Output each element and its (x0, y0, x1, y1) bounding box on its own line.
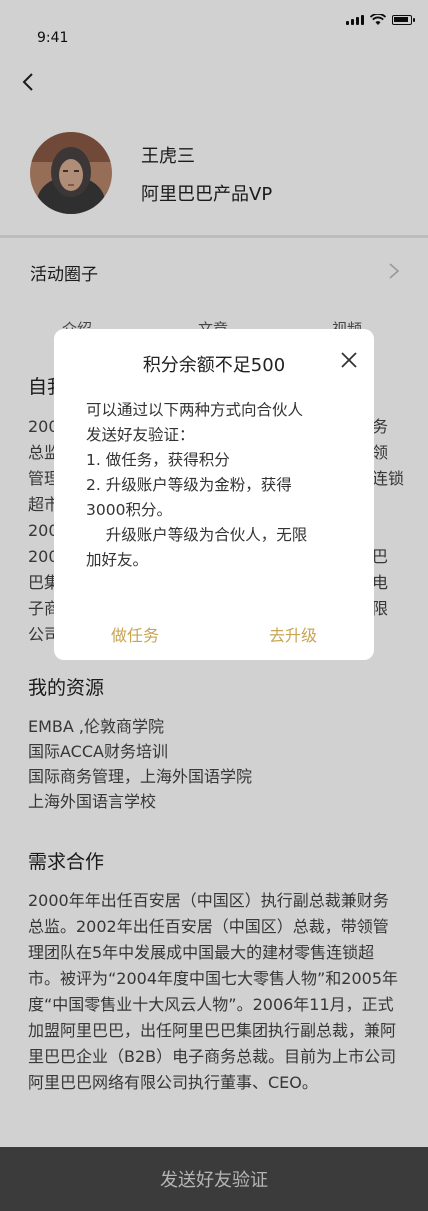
dialog-line: 升级账户等级为合伙人，无限 (86, 526, 308, 544)
dialog-body: 可以通过以下两种方式向合伙人 发送好友验证： 1. 做任务，获得积分 2. 升级… (86, 398, 348, 573)
dialog-line: 发送好友验证： (86, 426, 195, 444)
dialog-line: 可以通过以下两种方式向合伙人 (86, 401, 304, 419)
dialog-line: 加好友。 (86, 551, 149, 569)
dialog-title: 积分余额不足500 (142, 355, 286, 376)
dialog-line: 2. 升级账户等级为金粉，获得 (86, 476, 292, 494)
do-task-button[interactable]: 做任务 (111, 622, 159, 646)
close-icon[interactable] (340, 351, 358, 369)
insufficient-points-dialog: 积分余额不足500 可以通过以下两种方式向合伙人 发送好友验证： 1. 做任务，… (54, 329, 374, 660)
dialog-line: 3000积分。 (86, 501, 172, 519)
upgrade-button[interactable]: 去升级 (269, 622, 317, 646)
dialog-line: 1. 做任务，获得积分 (86, 451, 230, 469)
